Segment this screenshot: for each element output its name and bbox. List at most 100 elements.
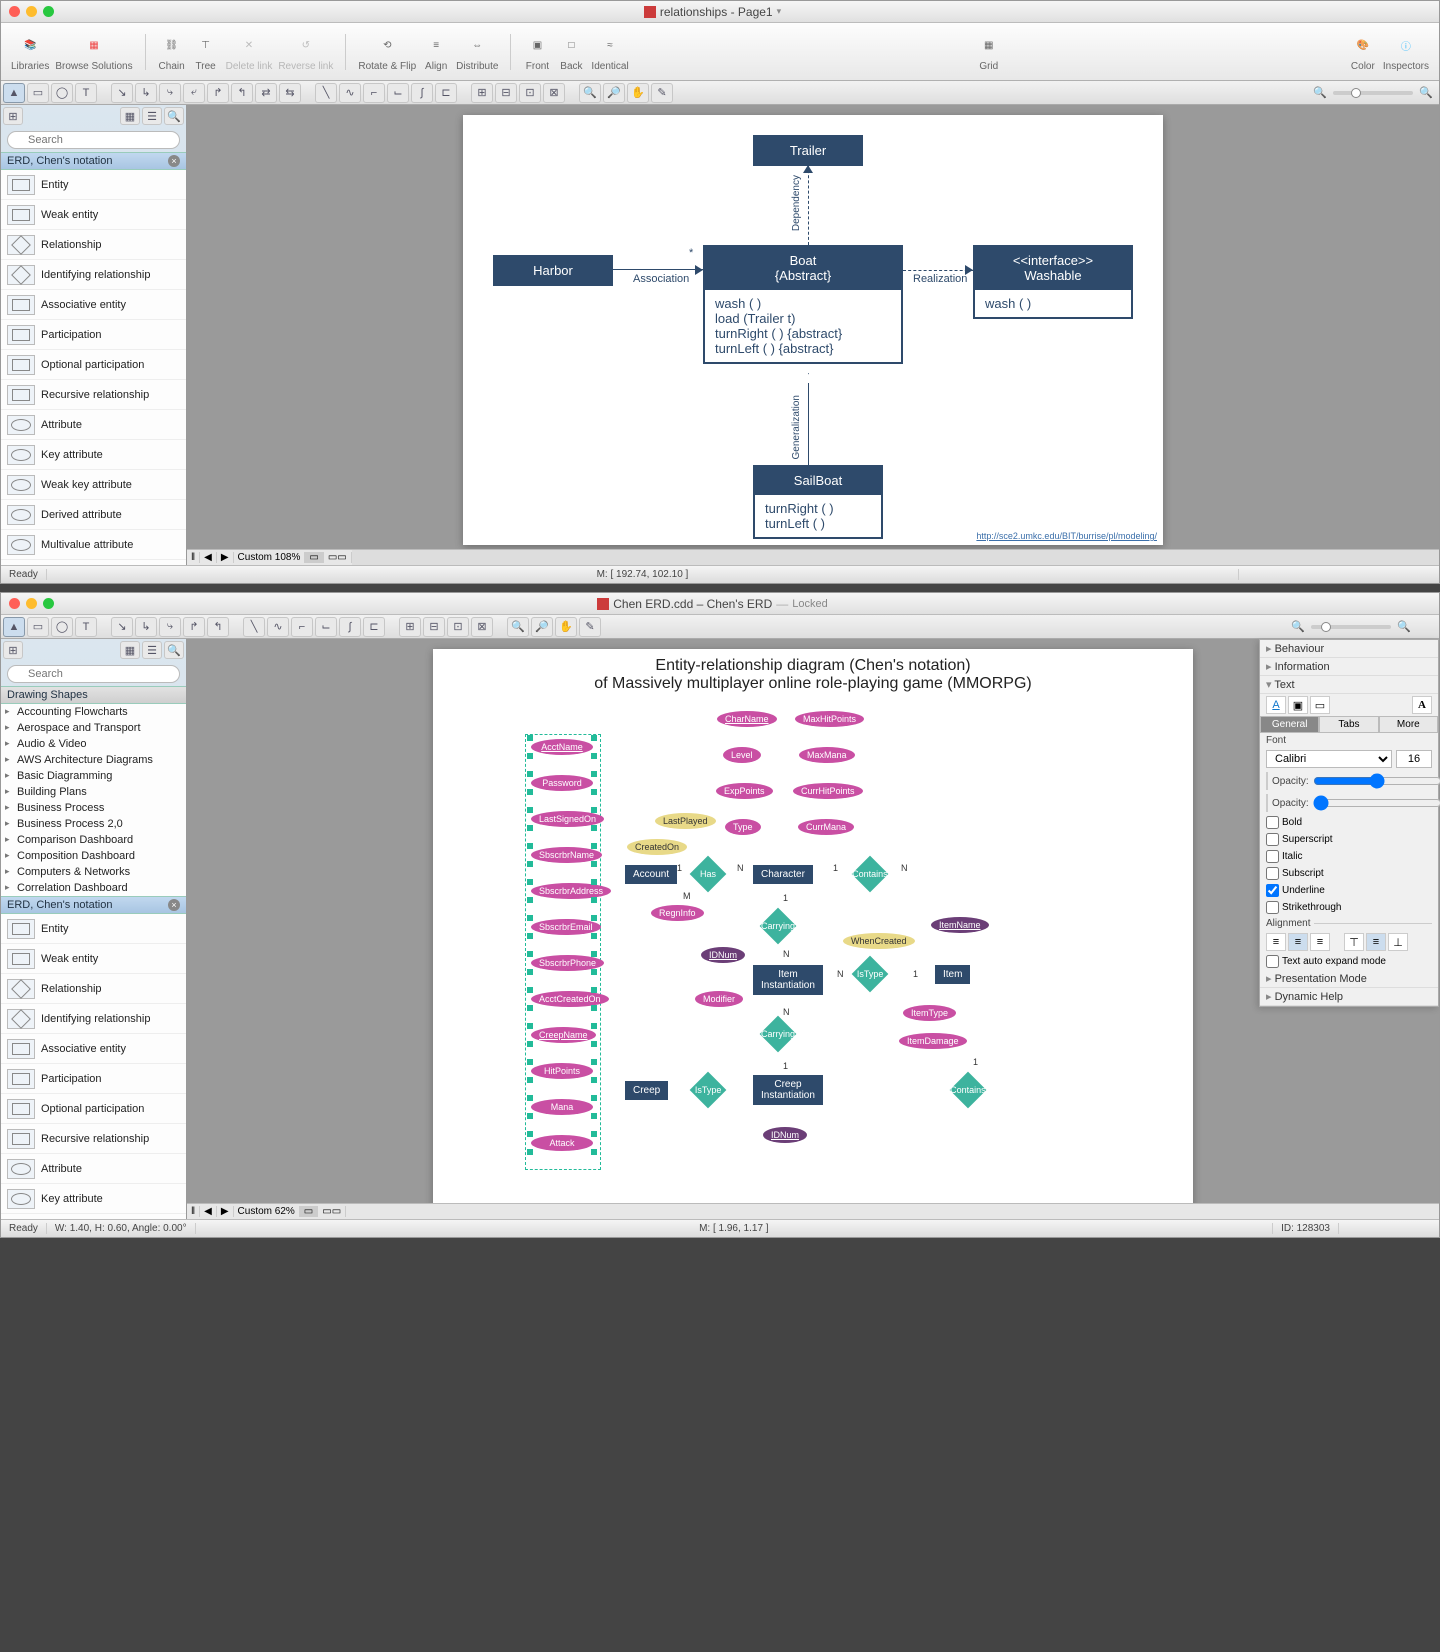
side-toggle-1[interactable]: ⊞ [3,641,23,659]
selection-handle[interactable] [591,879,597,885]
line-tool-1[interactable]: ╲ [315,83,337,103]
inspectors-button[interactable]: ⓘInspectors [1383,31,1429,72]
shape-item[interactable]: Identifying relationship [1,1004,186,1034]
shape-item[interactable]: Relationship [1,974,186,1004]
connector-6[interactable]: ↰ [231,83,253,103]
text-tool[interactable]: T [75,83,97,103]
shape-item[interactable]: Optional participation [1,350,186,380]
selection-handle[interactable] [591,933,597,939]
rotate-flip-button[interactable]: ⟲Rotate & Flip [358,31,416,72]
attr-selected[interactable]: Mana [531,1099,593,1115]
line-tool-2[interactable]: ∿ [267,617,289,637]
grid-button[interactable]: ▦Grid [975,31,1003,72]
line-tool-4[interactable]: ⌙ [315,617,337,637]
canvas-area[interactable]: Harbor Boat {Abstract} wash ( ) load (Tr… [187,105,1439,549]
zoom-in-button[interactable]: 🔍 [1393,617,1415,637]
chain-button[interactable]: ⛓Chain [158,31,186,72]
connector-2[interactable]: ↳ [135,617,157,637]
selection-handle[interactable] [591,897,597,903]
connector-8[interactable]: ⇆ [279,83,301,103]
shape-item[interactable]: Associative entity [1,1034,186,1064]
italic-checkbox[interactable]: Italic [1266,850,1349,863]
hand-tool[interactable]: ✋ [627,83,649,103]
library-close-icon[interactable]: × [168,899,180,911]
titlebar-2[interactable]: Chen ERD.cdd – Chen's ERD — Locked [1,593,1439,615]
drawing-shapes-header[interactable]: Drawing Shapes [1,686,186,704]
uml-boat-head[interactable]: Boat {Abstract} [705,247,901,289]
text-color-button[interactable]: A [1266,696,1286,714]
connector-5[interactable]: ↰ [207,617,229,637]
selection-handle[interactable] [591,1149,597,1155]
selection-handle[interactable] [527,897,533,903]
entity-creepinst[interactable]: Creep Instantiation [753,1075,823,1105]
library-header-2[interactable]: ERD, Chen's notation × [1,896,186,914]
zoom-slider-2[interactable] [1311,625,1391,629]
attr-exppoints[interactable]: ExpPoints [716,783,773,799]
attr-selected[interactable]: CreepName [531,1027,596,1043]
shape-item[interactable]: Attribute [1,1154,186,1184]
inspector-text[interactable]: Text [1260,676,1438,694]
color-button[interactable]: 🎨Color [1349,31,1377,72]
text-tool[interactable]: T [75,617,97,637]
uml-harbor[interactable]: Harbor [495,257,611,284]
pointer-tool[interactable]: ▲ [3,617,25,637]
shape-item[interactable]: Weak key attribute [1,470,186,500]
ellipse-tool[interactable]: ◯ [51,617,73,637]
opacity-slider-1[interactable] [1313,775,1440,787]
category-item[interactable]: Aerospace and Transport [1,720,186,736]
minimize-icon[interactable] [26,6,37,17]
line-tool-6[interactable]: ⊏ [363,617,385,637]
edit-1[interactable]: ⊞ [399,617,421,637]
edit-3[interactable]: ⊡ [447,617,469,637]
rel-contains[interactable]: Contains [852,856,889,893]
attr-maxmana[interactable]: MaxMana [799,747,855,763]
attr-whencreated[interactable]: WhenCreated [843,933,915,949]
selection-handle[interactable] [527,969,533,975]
category-item[interactable]: Business Process [1,800,186,816]
attr-lastplayed[interactable]: LastPlayed [655,813,716,829]
selection-handle[interactable] [527,807,533,813]
pager-prev[interactable]: ◀ [200,552,217,563]
canvas-area-2[interactable]: Entity-relationship diagram (Chen's nota… [187,639,1439,1203]
pager-prev[interactable]: ◀ [200,1206,217,1217]
attr-itemname[interactable]: ItemName [931,917,989,933]
connector-4[interactable]: ↱ [183,617,205,637]
entity-iteminst[interactable]: Item Instantiation [753,965,823,995]
shape-item[interactable]: Identifying relationship [1,260,186,290]
line-tool-5[interactable]: ∫ [411,83,433,103]
underline-checkbox[interactable]: Underline [1266,884,1349,897]
shape-item[interactable]: Entity [1,914,186,944]
shape-item[interactable]: Weak key attribute [1,1214,186,1219]
selection-handle[interactable] [527,879,533,885]
attr-charname[interactable]: CharName [717,711,777,727]
category-item[interactable]: Building Plans [1,784,186,800]
shape-item[interactable]: Relationship [1,230,186,260]
pager-resize[interactable]: ‖ [187,552,200,563]
selection-handle[interactable] [591,861,597,867]
font-size-input[interactable] [1396,750,1432,768]
title-dropdown-icon[interactable]: ▾ [777,6,782,17]
selection-handle[interactable] [527,1077,533,1083]
shape-item[interactable]: Associative entity [1,290,186,320]
close-icon[interactable] [9,6,20,17]
connector-1[interactable]: ↘ [111,617,133,637]
rel-has[interactable]: Has [690,856,727,893]
identical-button[interactable]: ≈Identical [591,31,628,72]
back-button[interactable]: □Back [557,31,585,72]
attr-currhitpoints[interactable]: CurrHitPoints [793,783,863,799]
zoom-tool[interactable]: 🔍 [507,617,529,637]
selection-handle[interactable] [591,807,597,813]
selection-handle[interactable] [527,753,533,759]
selection-handle[interactable] [591,825,597,831]
pointer-tool[interactable]: ▲ [3,83,25,103]
pager-resize[interactable]: ‖ [187,1206,200,1217]
edit-2[interactable]: ⊟ [423,617,445,637]
attr-idnum-2[interactable]: IDNum [763,1127,807,1143]
category-item[interactable]: Comparison Dashboard [1,832,186,848]
titlebar[interactable]: relationships - Page1 ▾ [1,1,1439,23]
tab-general[interactable]: General [1260,716,1319,733]
connector-1[interactable]: ↘ [111,83,133,103]
selection-handle[interactable] [591,969,597,975]
opacity-slider-2[interactable] [1313,797,1440,809]
rel-istype[interactable]: IsType [852,956,889,993]
